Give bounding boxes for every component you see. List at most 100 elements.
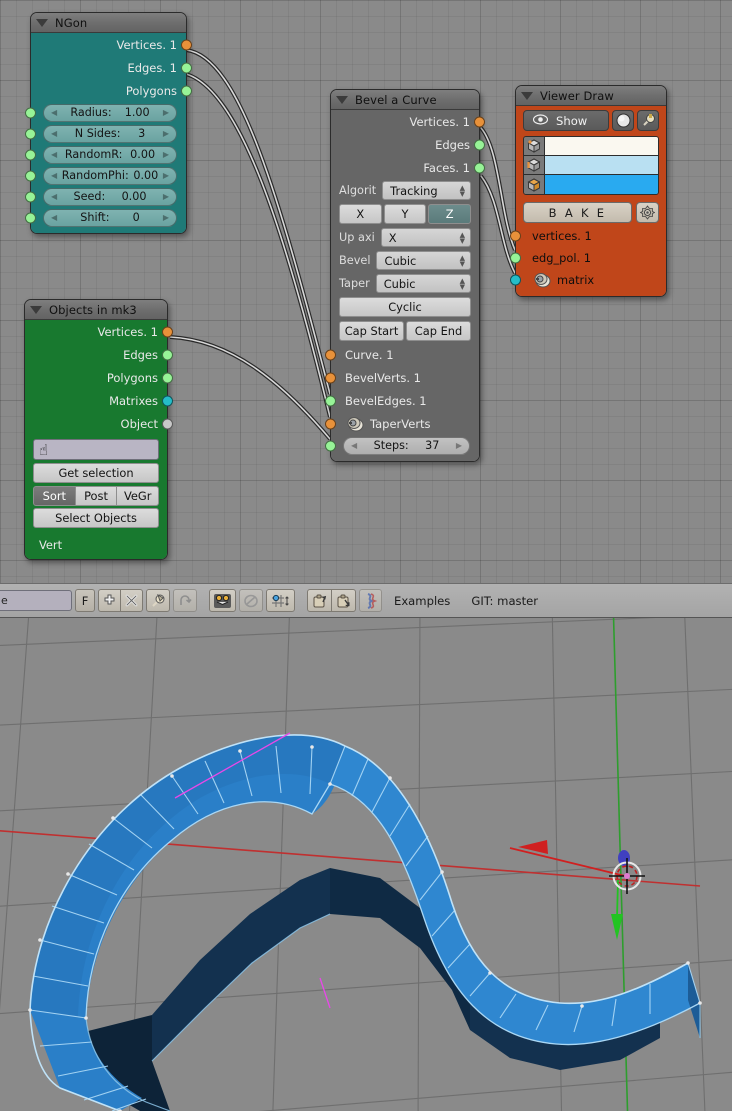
cap-end-button[interactable]: Cap End — [406, 321, 471, 341]
show-toggle-button[interactable]: Show — [523, 110, 609, 131]
collapse-triangle-icon[interactable] — [36, 18, 48, 27]
node-editor-area[interactable]: NGon Vertices. 1 Edges. 1 Polygons ◀ Rad… — [0, 0, 732, 583]
new-node-tree-button[interactable] — [98, 589, 121, 612]
increment-arrow-icon[interactable]: ▶ — [163, 171, 169, 180]
socket-dot-vertices[interactable] — [181, 39, 192, 50]
socket-objects-matrixes[interactable]: Matrixes — [25, 389, 173, 412]
decrement-arrow-icon[interactable]: ◀ — [51, 129, 57, 138]
socket-dot-object[interactable] — [162, 418, 173, 429]
decrement-arrow-icon[interactable]: ◀ — [51, 192, 57, 201]
cyclic-row[interactable]: Cyclic — [331, 295, 479, 319]
node-bevel-header[interactable]: Bevel a Curve — [331, 90, 479, 110]
node-viewer-draw[interactable]: Viewer Draw Show B A K E vertices. 1 edg… — [510, 85, 667, 297]
examples-menu[interactable]: Examples — [394, 594, 450, 608]
param-random-r[interactable]: ◀ RandomR: 0.00 ▶ — [25, 144, 186, 165]
decrement-arrow-icon[interactable]: ◀ — [351, 441, 357, 450]
socket-dot-curve[interactable] — [325, 349, 336, 360]
bevel-mode-row[interactable]: Bevel Cubic ▲ ▼ — [331, 249, 479, 272]
cap-row[interactable]: Cap Start Cap End — [331, 319, 479, 343]
param-n-sides[interactable]: ◀ N Sides: 3 ▶ — [25, 123, 186, 144]
viewer-color-stack[interactable] — [523, 136, 659, 195]
param-shift[interactable]: ◀ Shift: 0 ▶ — [25, 207, 186, 228]
socket-dot-polygons[interactable] — [181, 85, 192, 96]
socket-bevel-taperverts[interactable]: TaperVerts — [325, 412, 479, 435]
socket-dot-edges[interactable] — [162, 349, 173, 360]
node-editor-toolbar[interactable]: e F Examples GIT: master — [0, 583, 732, 618]
color-swatch-faces[interactable] — [545, 175, 658, 194]
increment-arrow-icon[interactable]: ▶ — [163, 213, 169, 222]
socket-dot-taperverts[interactable] — [325, 418, 336, 429]
taper-mode-dropdown[interactable]: Cubic ▲ ▼ — [375, 274, 471, 293]
socket-objects-vertices[interactable]: Vertices. 1 — [25, 320, 173, 343]
node-tree-name-field[interactable]: e — [0, 590, 72, 611]
cap-start-button[interactable]: Cap Start — [339, 321, 404, 341]
socket-objects-polygons[interactable]: Polygons — [25, 366, 173, 389]
socket-dot-matrix[interactable] — [510, 274, 521, 286]
snap-button[interactable] — [266, 589, 295, 612]
color-swatch-vertices[interactable] — [545, 137, 658, 155]
socket-bevel-bevelverts[interactable]: BevelVerts. 1 — [325, 366, 479, 389]
socket-dot-vertices[interactable] — [162, 326, 173, 337]
socket-viewer-vertices[interactable]: vertices. 1 — [510, 225, 666, 247]
color-row-faces[interactable] — [524, 175, 658, 194]
param-seed[interactable]: ◀ Seed: 0.00 ▶ — [25, 186, 186, 207]
cyclic-button[interactable]: Cyclic — [339, 297, 471, 317]
socket-ngon-polygons[interactable]: Polygons — [31, 79, 192, 102]
socket-dot-edg-pol[interactable] — [510, 252, 521, 264]
socket-dot-shift[interactable] — [25, 212, 36, 223]
node-objects-in-mk3[interactable]: Objects in mk3 Vertices. 1 Edges Polygon… — [24, 299, 173, 560]
decrement-arrow-icon[interactable]: ◀ — [51, 171, 57, 180]
collapse-triangle-icon[interactable] — [521, 91, 533, 100]
socket-viewer-edg-pol[interactable]: edg_pol. 1 — [510, 247, 666, 269]
socket-viewer-matrix[interactable]: matrix — [510, 269, 666, 291]
socket-bevel-vertices[interactable]: Vertices. 1 — [331, 110, 485, 133]
increment-arrow-icon[interactable]: ▶ — [163, 150, 169, 159]
algorithm-dropdown[interactable]: Tracking ▲ ▼ — [382, 181, 471, 200]
color-swatch-edges[interactable] — [545, 156, 658, 174]
socket-dot-edges[interactable] — [181, 62, 192, 73]
increment-arrow-icon[interactable]: ▶ — [456, 441, 462, 450]
increment-arrow-icon[interactable]: ▶ — [163, 129, 169, 138]
node-objects-header[interactable]: Objects in mk3 — [25, 300, 167, 320]
pin-button[interactable] — [146, 589, 170, 612]
increment-arrow-icon[interactable]: ▶ — [163, 108, 169, 117]
socket-dot-steps[interactable] — [325, 440, 336, 451]
axis-button-group[interactable]: X Y Z — [331, 202, 479, 226]
socket-objects-edges[interactable]: Edges — [25, 343, 173, 366]
processing-button[interactable] — [209, 589, 236, 612]
toggle-post[interactable]: Post — [75, 486, 118, 506]
viewer-bake-row[interactable]: B A K E — [516, 198, 666, 225]
up-axis-row[interactable]: Up axi X ▲ ▼ — [331, 226, 479, 249]
tree-add-remove-group[interactable] — [98, 589, 143, 612]
sphere-toggle-icon[interactable] — [612, 110, 634, 131]
sverchok-logo-button[interactable] — [359, 589, 382, 612]
socket-bevel-curve[interactable]: Curve. 1 — [325, 343, 479, 366]
param-random-phi[interactable]: ◀ RandomPhi: 0.00 ▶ — [25, 165, 186, 186]
pin-icon[interactable] — [637, 110, 659, 131]
unlink-button[interactable] — [121, 589, 143, 612]
decrement-arrow-icon[interactable]: ◀ — [51, 213, 57, 222]
object-name-field[interactable]: ☝ — [33, 439, 159, 460]
socket-dot-random-phi[interactable] — [25, 170, 36, 181]
socket-bevel-edges[interactable]: Edges — [331, 133, 485, 156]
decrement-arrow-icon[interactable]: ◀ — [51, 150, 57, 159]
socket-dot-vertices[interactable] — [510, 230, 521, 242]
node-ngon[interactable]: NGon Vertices. 1 Edges. 1 Polygons ◀ Rad… — [25, 12, 192, 234]
socket-ngon-vertices[interactable]: Vertices. 1 — [31, 33, 192, 56]
node-ngon-header[interactable]: NGon — [31, 13, 186, 33]
up-axis-dropdown[interactable]: X ▲ ▼ — [380, 228, 471, 247]
viewer-show-row[interactable]: Show — [516, 106, 666, 133]
axis-y-button[interactable]: Y — [383, 204, 427, 224]
socket-dot-radius[interactable] — [25, 107, 36, 118]
3d-viewport[interactable] — [0, 618, 732, 1111]
socket-dot-vertices[interactable] — [474, 116, 485, 127]
socket-ngon-edges[interactable]: Edges. 1 — [31, 56, 192, 79]
socket-dot-beveledges[interactable] — [325, 395, 336, 406]
select-objects-button[interactable]: Select Objects — [33, 508, 159, 528]
bevel-mode-dropdown[interactable]: Cubic ▲ ▼ — [376, 251, 471, 270]
socket-dot-bevelverts[interactable] — [325, 372, 336, 383]
objects-toggle-group[interactable]: Sort Post VeGr — [33, 486, 160, 506]
node-bevel-a-curve[interactable]: Bevel a Curve Vertices. 1 Edges Faces. 1… — [325, 89, 485, 462]
taper-mode-row[interactable]: Taper Cubic ▲ ▼ — [331, 272, 479, 295]
axis-x-button[interactable]: X — [339, 204, 382, 224]
